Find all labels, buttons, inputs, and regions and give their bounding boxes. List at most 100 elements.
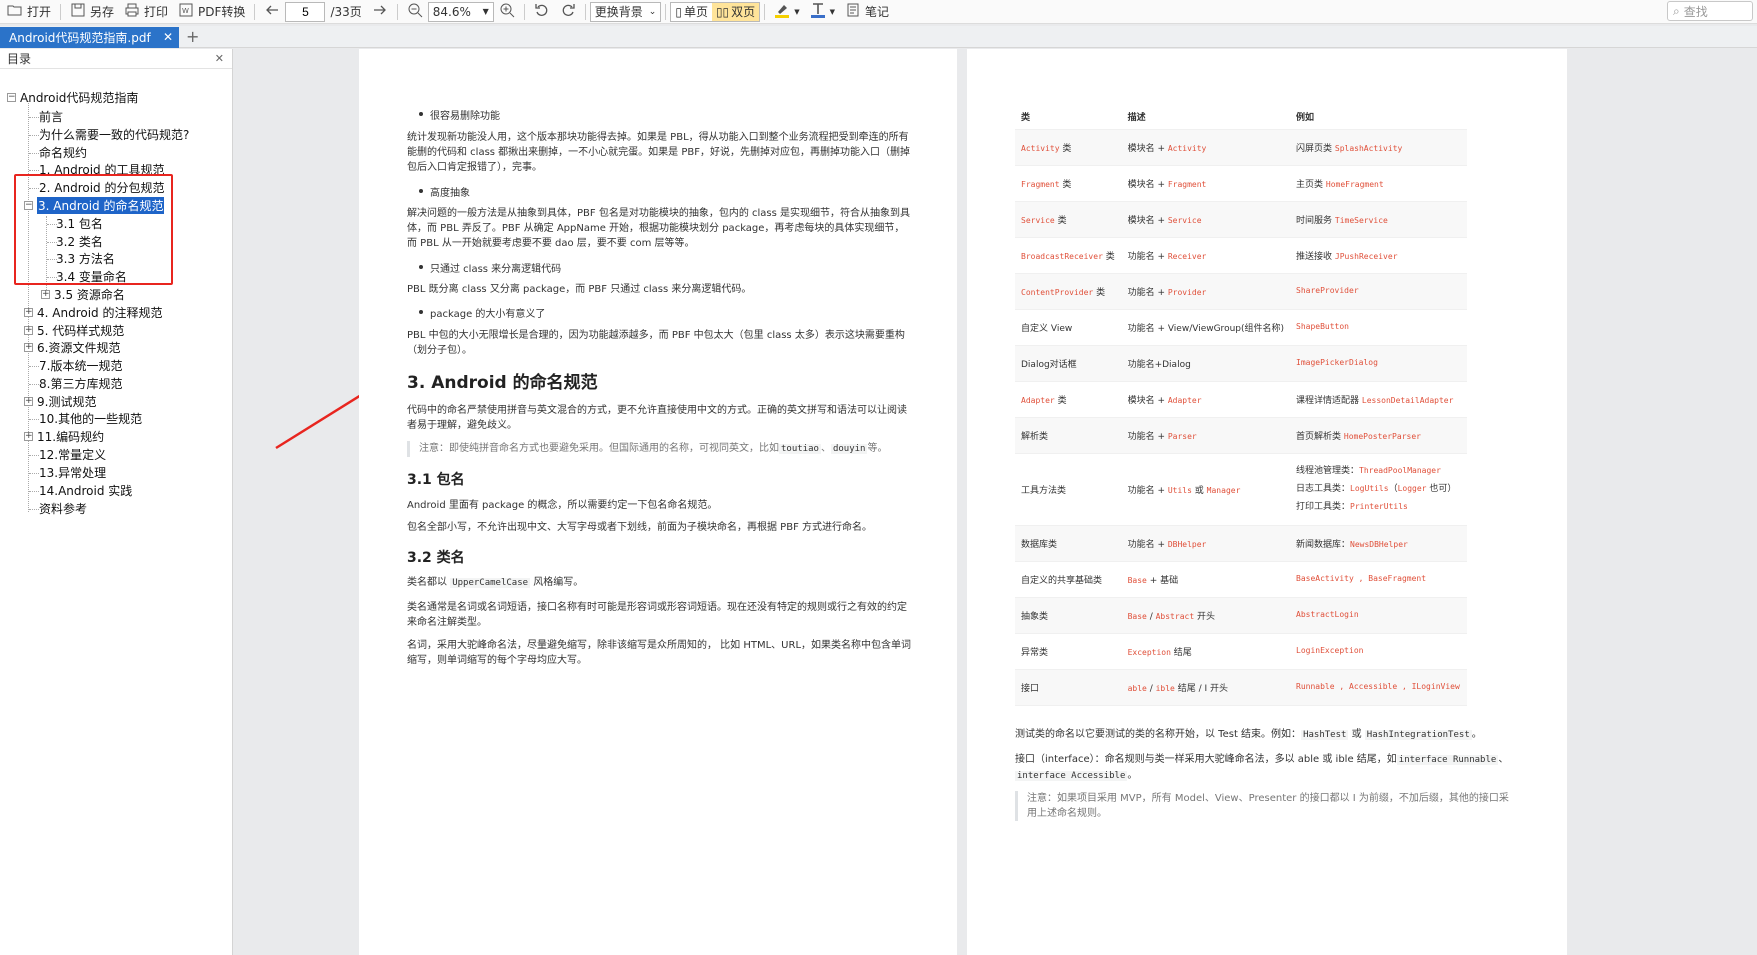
- outline-item[interactable]: 8.第三方库规范: [39, 375, 122, 392]
- svg-text:W: W: [182, 7, 189, 15]
- zoom-out-icon: [407, 2, 423, 21]
- rotate-left-icon: [534, 2, 550, 21]
- table-row: Dialog对话框 功能名+Dialog ImagePickerDialog: [1015, 345, 1467, 382]
- page-number-input[interactable]: [285, 1, 326, 22]
- highlighter-icon: [774, 2, 790, 21]
- outline-item[interactable]: 10.其他的一些规范: [39, 410, 142, 427]
- table-row: Activity 类 模块名 + Activity 闪屏页类 SplashAct…: [1015, 129, 1467, 166]
- document-tab[interactable]: Android代码规范指南.pdf ✕: [0, 27, 179, 48]
- double-page-button[interactable]: ▯▯ 双页: [711, 2, 760, 21]
- next-page-button[interactable]: [367, 1, 393, 23]
- outline-item[interactable]: 7.版本统一规范: [39, 357, 122, 374]
- zoom-in-icon: [499, 2, 515, 21]
- highlight-button[interactable]: ▼: [769, 1, 804, 23]
- table-row: 抽象类 Base / Abstract 开头 AbstractLogin: [1015, 597, 1467, 634]
- close-tab-icon[interactable]: ✕: [163, 30, 173, 44]
- expand-icon[interactable]: +: [24, 397, 33, 406]
- table-row: 异常类 Exception 结尾 LoginException: [1015, 633, 1467, 670]
- outline-item[interactable]: 14.Android 实践: [39, 482, 132, 499]
- save-icon: [70, 2, 86, 21]
- expand-icon[interactable]: +: [24, 432, 33, 441]
- table-row: 自定义的共享基础类 Base + 基础 BaseActivity , BaseF…: [1015, 561, 1467, 598]
- outline-root[interactable]: − Android代码规范指南: [7, 89, 138, 106]
- outline-header: 目录 ✕: [0, 49, 232, 69]
- tab-bar: Android代码规范指南.pdf ✕ +: [0, 26, 1757, 48]
- naming-table: 类 描述 例如 Activity 类 模块名 + Activity 闪屏页类 S…: [1015, 105, 1467, 706]
- expand-icon[interactable]: +: [41, 290, 50, 299]
- outline-item[interactable]: 资料参考: [39, 500, 87, 517]
- table-row: Service 类 模块名 + Service 时间服务 TimeService: [1015, 201, 1467, 238]
- divider: [523, 3, 525, 20]
- chevron-down-icon: ▼: [482, 7, 489, 16]
- single-page-button[interactable]: ▯ 单页: [671, 3, 712, 21]
- paragraph: 类名通常是名词或名词短语，接口名称有时可能是形容词或形容词短语。现在还没有特定的…: [407, 602, 907, 628]
- expand-icon[interactable]: +: [24, 308, 33, 317]
- bullet-item: 只通过 class 来分离逻辑代码: [418, 260, 561, 275]
- text-tool-button[interactable]: ▼: [805, 1, 840, 23]
- chevron-down-icon: ▼: [794, 7, 800, 16]
- outline-item[interactable]: +11.编码规约: [24, 428, 104, 445]
- outline-item[interactable]: +5. 代码样式规范: [24, 322, 124, 339]
- zoom-select[interactable]: 84.6% ▼: [427, 1, 494, 22]
- table-row: 接口 able / ible 结尾 / I 开头 Runnable , Acce…: [1015, 669, 1467, 706]
- text-t-icon: [810, 2, 826, 21]
- outline-item[interactable]: 前言: [39, 108, 63, 125]
- close-icon[interactable]: ✕: [215, 52, 224, 65]
- page-mode-toggle: ▯ 单页 ▯▯ 双页: [670, 1, 761, 22]
- outline-item[interactable]: 命名规约: [39, 144, 87, 161]
- table-row: Adapter 类 模块名 + Adapter 课程详情适配器 LessonDe…: [1015, 381, 1467, 418]
- chevron-down-icon: ▼: [829, 7, 835, 16]
- notes-button[interactable]: 笔记: [840, 1, 894, 23]
- outline-item[interactable]: 12.常量定义: [39, 446, 106, 463]
- paragraph: 接口（interface）：命名规则与类一样采用大驼峰命名法，多以 able 或…: [1015, 754, 1509, 781]
- background-dropdown[interactable]: 更换背景 ⌄: [589, 1, 662, 22]
- pdf-word-icon: W: [178, 2, 194, 21]
- collapse-icon[interactable]: −: [7, 93, 16, 102]
- divider: [254, 3, 256, 20]
- paragraph: PBL 中包的大小无限增长是合理的，因为功能越添越多，而 PBF 中包太大（包里…: [407, 330, 905, 356]
- notebook-icon: [845, 2, 861, 21]
- search-box[interactable]: ⌕ 查找: [1667, 1, 1753, 21]
- zoom-in-button[interactable]: [494, 1, 520, 23]
- open-button[interactable]: 打开: [2, 1, 56, 23]
- outline-item[interactable]: +4. Android 的注释规范: [24, 304, 162, 321]
- single-page-icon: ▯: [675, 4, 682, 19]
- arrow-left-icon: [264, 2, 280, 21]
- paragraph: 解决问题的一般方法是从抽象到具体，PBF 包名是对功能模块的抽象，包内的 cla…: [407, 208, 911, 249]
- pdf-convert-button[interactable]: W PDF转换: [173, 1, 250, 23]
- paragraph: Android 里面有 package 的概念，所以需要约定一下包名命名规范。: [407, 500, 718, 511]
- table-row: BroadcastReceiver 类 功能名 + Receiver 推送接收 …: [1015, 237, 1467, 274]
- chevron-down-icon: ⌄: [648, 6, 657, 17]
- paragraph: 类名都以 UpperCamelCase 风格编写。: [407, 577, 584, 588]
- table-row: Fragment 类 模块名 + Fragment 主页类 HomeFragme…: [1015, 165, 1467, 202]
- previous-page-button[interactable]: [259, 1, 285, 23]
- bullet-item: 高度抽象: [419, 184, 470, 199]
- outline-item[interactable]: +9.测试规范: [24, 393, 96, 410]
- rotate-left-button[interactable]: [529, 1, 555, 23]
- outline-item[interactable]: 为什么需要一致的代码规范?: [39, 126, 189, 143]
- outline-subitem[interactable]: +3.5 资源命名: [41, 286, 125, 303]
- double-page-icon: ▯▯: [715, 4, 730, 19]
- print-button[interactable]: 打印: [119, 1, 173, 23]
- divider: [764, 3, 766, 20]
- arrow-right-icon: [372, 2, 388, 21]
- table-row: ContentProvider 类 功能名 + Provider SharePr…: [1015, 273, 1467, 310]
- zoom-out-button[interactable]: [402, 1, 428, 23]
- new-tab-icon[interactable]: +: [186, 27, 199, 46]
- rotate-right-button[interactable]: [555, 1, 581, 23]
- outline-item[interactable]: 13.异常处理: [39, 464, 106, 481]
- pdf-page-left: 很容易删除功能 统计发现新功能没人用，这个版本那块功能得去掉。如果是 PBL，得…: [359, 49, 957, 955]
- table-header: 类 描述 例如: [1015, 105, 1467, 130]
- printer-icon: [124, 2, 140, 21]
- bullet-item: package 的大小有意义了: [418, 305, 545, 320]
- expand-icon[interactable]: +: [24, 343, 33, 352]
- divider: [665, 3, 667, 20]
- annotation-highlight-box: [14, 174, 173, 285]
- note-blockquote: 注意：如果项目采用 MVP，所有 Model、View、Presenter 的接…: [1015, 791, 1515, 821]
- table-row: 解析类 功能名 + Parser 首页解析类 HomePosterParser: [1015, 417, 1467, 454]
- table-row: 数据库类 功能名 + DBHelper 新闻数据库：NewsDBHelper: [1015, 525, 1467, 562]
- toolbar: 打开 另存 打印 W PDF转换 /33页 84.6% ▼ 更换背景 ⌄: [0, 0, 1757, 24]
- expand-icon[interactable]: +: [24, 326, 33, 335]
- outline-item[interactable]: +6.资源文件规范: [24, 339, 120, 356]
- save-as-button[interactable]: 另存: [65, 1, 119, 23]
